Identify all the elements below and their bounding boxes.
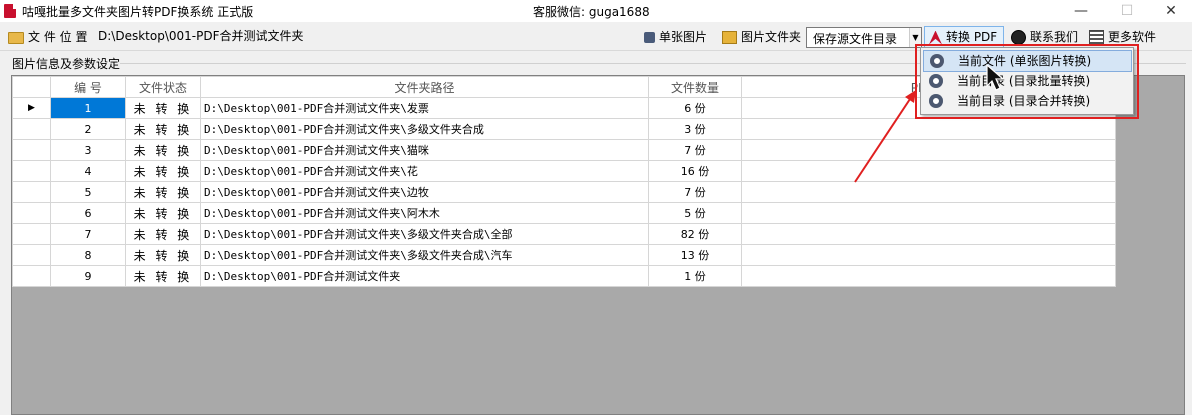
- mouse-cursor-icon: [986, 64, 1005, 91]
- highlight-box: [915, 44, 1139, 119]
